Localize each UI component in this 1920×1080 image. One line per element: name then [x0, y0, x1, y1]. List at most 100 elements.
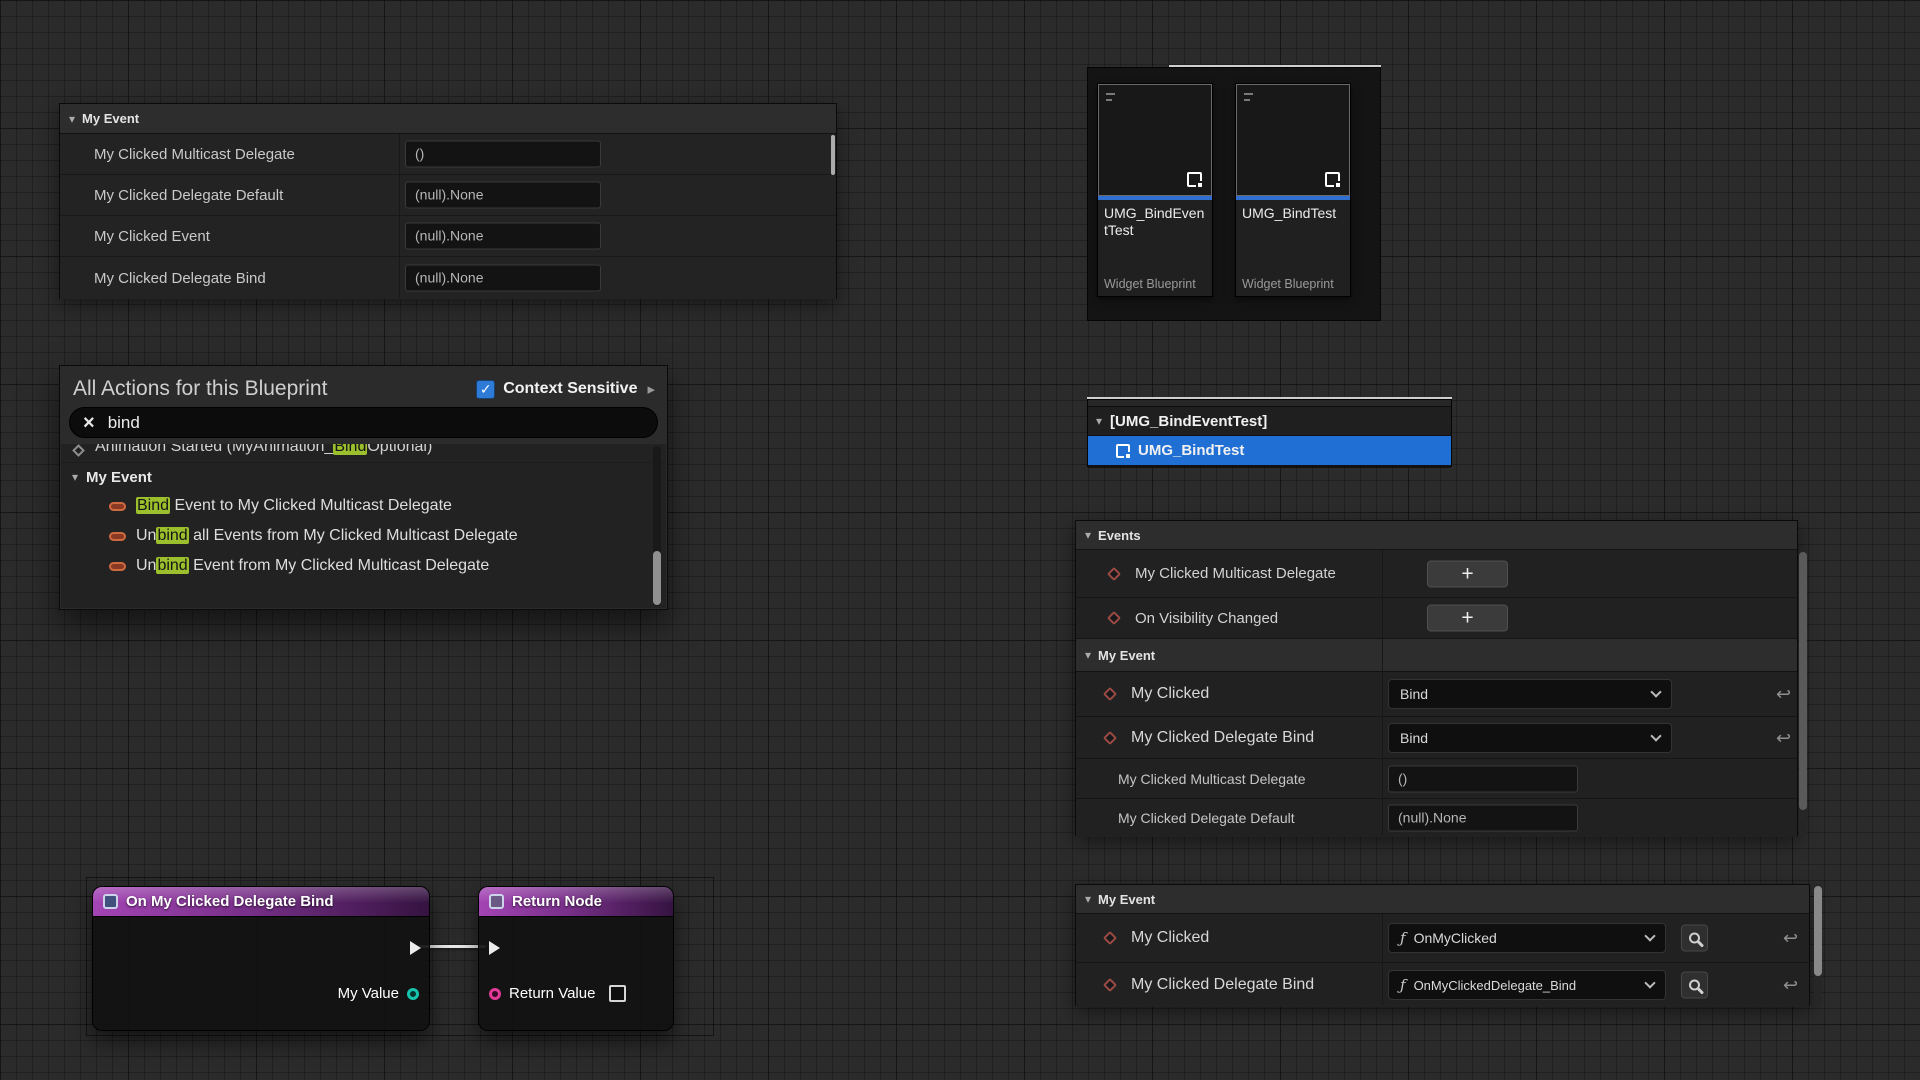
action-text: Event from My Clicked Multicast Delegate — [189, 557, 490, 574]
function-dropdown[interactable]: ƒ OnMyClickedDelegate_Bind — [1388, 970, 1666, 1000]
context-sensitive-label: Context Sensitive — [503, 380, 637, 398]
collapse-arrow-icon: ▾ — [1085, 529, 1091, 541]
reset-to-default-icon[interactable]: ↩ — [1776, 685, 1791, 703]
widget-hierarchy-panel: ▾ [UMG_BindEventTest] UMG_BindTest — [1087, 399, 1452, 467]
hierarchy-selected-row[interactable]: UMG_BindTest — [1088, 436, 1451, 465]
find-function-button[interactable] — [1681, 925, 1708, 952]
action-text: Animation Started (MyAnimation_ — [95, 444, 333, 455]
dropdown-value: Bind — [1400, 730, 1428, 746]
event-dispatcher-icon — [1103, 931, 1117, 945]
bind-dropdown[interactable]: Bind — [1388, 679, 1672, 709]
property-row: My Clicked Multicast Delegate () — [60, 134, 836, 175]
category-header-my-event[interactable]: ▾ My Event — [1076, 885, 1809, 914]
event-dispatcher-icon — [1103, 730, 1117, 744]
scrollbar-thumb[interactable] — [1814, 886, 1822, 976]
asset-thumbnail — [1236, 84, 1350, 196]
asset-type: Widget Blueprint — [1242, 277, 1344, 291]
scrollbar-thumb[interactable] — [653, 551, 661, 605]
node-return-node[interactable]: Return Node Return Value — [478, 886, 674, 1031]
dropdown-value: OnMyClickedDelegate_Bind — [1414, 978, 1577, 993]
property-value-field[interactable]: (null).None — [405, 182, 601, 209]
check-icon: ✓ — [480, 381, 492, 398]
chevron-down-icon — [1644, 930, 1655, 941]
find-function-button[interactable] — [1681, 972, 1708, 999]
bind-row: My Clicked ƒ OnMyClicked ↩ — [1076, 914, 1809, 963]
property-value-field[interactable]: (null).None — [405, 223, 601, 250]
scrollbar-thumb[interactable] — [1799, 552, 1807, 810]
reset-to-default-icon[interactable]: ↩ — [1783, 976, 1798, 994]
asset-card-umg-bindtest[interactable]: UMG_BindTest Widget Blueprint — [1235, 83, 1351, 297]
details-panel-my-event: ▾ My Event My Clicked Multicast Delegate… — [59, 103, 837, 299]
reset-to-default-icon[interactable]: ↩ — [1776, 729, 1791, 747]
widget-blueprint-icon — [1116, 444, 1130, 458]
column-divider — [399, 134, 400, 298]
asset-card-umg-bindeventtest[interactable]: UMG_BindEventTest Widget Blueprint — [1097, 83, 1213, 297]
clipped-action-item[interactable]: Animation Started (MyAnimation_BindOptio… — [61, 444, 666, 463]
action-item-unbind-event[interactable]: Unbind Event from My Clicked Multicast D… — [61, 551, 666, 581]
thumbnail-text-line — [1244, 93, 1253, 95]
action-item-bind-event[interactable]: Bind Event to My Clicked Multicast Deleg… — [61, 491, 666, 521]
category-label: My Event — [1098, 648, 1155, 663]
bind-dropdown[interactable]: Bind — [1388, 723, 1672, 753]
reset-to-default-icon[interactable]: ↩ — [1783, 929, 1798, 947]
actions-result-list: Animation Started (MyAnimation_BindOptio… — [61, 444, 666, 608]
thumbnail-text-line — [1106, 99, 1112, 101]
asset-name: UMG_BindEventTest — [1104, 205, 1206, 239]
clear-search-icon[interactable]: × — [83, 413, 95, 433]
collapse-arrow-icon: ▾ — [1085, 649, 1091, 661]
scrollbar-track — [1799, 549, 1807, 836]
category-header-events[interactable]: ▾ Events — [1076, 521, 1797, 550]
bind-row: My Clicked Delegate Bind ƒ OnMyClickedDe… — [1076, 963, 1809, 1007]
search-highlight: Bind — [333, 444, 367, 455]
column-divider — [1382, 914, 1383, 1005]
column-divider — [1382, 550, 1383, 835]
all-actions-menu: All Actions for this Blueprint ✓ Context… — [59, 365, 668, 610]
chevron-down-icon — [1650, 686, 1661, 697]
animation-binding-icon — [72, 444, 85, 457]
blueprint-graph-canvas[interactable]: ▾ My Event My Clicked Multicast Delegate… — [0, 0, 1920, 1080]
add-event-button[interactable]: + — [1427, 605, 1508, 632]
property-row: My Clicked Delegate Bind (null).None — [60, 257, 836, 299]
search-highlight: Bind — [136, 497, 170, 514]
search-input[interactable]: × bind — [69, 407, 658, 438]
exec-output-pin[interactable] — [410, 941, 421, 955]
property-value-field[interactable]: (null).None — [405, 265, 601, 292]
return-value-input-pin[interactable] — [489, 988, 501, 1000]
hierarchy-root-row[interactable]: ▾ [UMG_BindEventTest] — [1088, 407, 1451, 436]
category-header-my-event[interactable]: ▾ My Event — [60, 104, 836, 134]
property-value-field[interactable]: () — [1388, 765, 1578, 792]
clipped-row — [1088, 400, 1451, 407]
category-header-my-event[interactable]: ▾ My Event — [1076, 639, 1797, 672]
property-label: My Clicked Delegate Default — [1118, 810, 1295, 826]
property-label: My Clicked Multicast Delegate — [1118, 771, 1306, 787]
bool-default-checkbox[interactable] — [609, 985, 626, 1002]
my-value-output-pin[interactable] — [407, 988, 419, 1000]
bind-row: My Clicked Bind ↩ — [1076, 672, 1797, 717]
property-value-field[interactable]: () — [405, 141, 601, 168]
delegate-icon — [109, 532, 126, 541]
widget-blueprint-icon — [1325, 172, 1340, 187]
add-event-button[interactable]: + — [1427, 560, 1508, 587]
collapse-arrow-icon: ▾ — [72, 471, 78, 483]
event-dispatcher-icon — [1103, 978, 1117, 992]
action-item-unbind-all[interactable]: Unbind all Events from My Clicked Multic… — [61, 521, 666, 551]
content-browser-panel: UMG_BindEventTest Widget Blueprint UMG_B… — [1087, 67, 1381, 321]
expand-arrow-icon[interactable]: ▸ — [647, 380, 655, 398]
delegate-icon — [109, 502, 126, 511]
node-title: Return Node — [512, 893, 602, 910]
node-on-my-clicked-delegate-bind[interactable]: On My Clicked Delegate Bind My Value — [92, 886, 430, 1031]
chevron-down-icon — [1650, 730, 1661, 741]
widget-blueprint-icon — [1187, 172, 1202, 187]
context-sensitive-checkbox[interactable]: ✓ — [476, 380, 495, 399]
scrollbar-thumb[interactable] — [831, 135, 835, 175]
function-dropdown[interactable]: ƒ OnMyClicked — [1388, 923, 1666, 953]
property-value-field[interactable]: (null).None — [1388, 805, 1578, 832]
scrollbar-track — [653, 446, 661, 606]
exec-input-pin[interactable] — [489, 941, 500, 955]
plus-icon: + — [1461, 563, 1473, 584]
collapse-arrow-icon: ▾ — [1085, 893, 1091, 905]
action-text: Optional) — [367, 444, 432, 455]
asset-name: UMG_BindTest — [1242, 205, 1344, 222]
category-row-my-event[interactable]: ▾ My Event — [61, 463, 666, 491]
property-label: My Clicked Multicast Delegate — [94, 146, 295, 163]
